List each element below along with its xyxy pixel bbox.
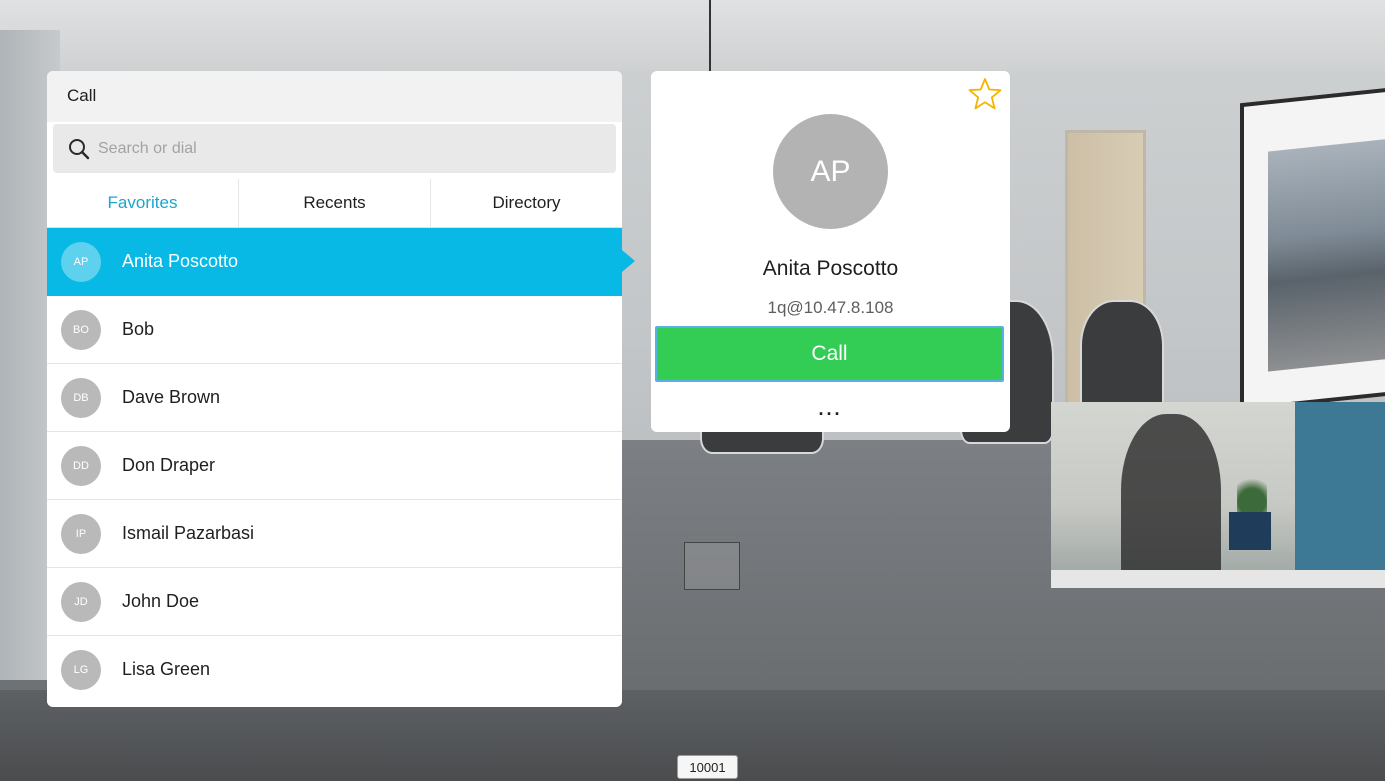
contact-row[interactable]: JD John Doe — [47, 568, 622, 636]
contact-row[interactable]: LG Lisa Green — [47, 636, 622, 703]
contact-card: AP Anita Poscotto 1q@10.47.8.108 Call ..… — [651, 71, 1010, 432]
tab-recents[interactable]: Recents — [238, 179, 430, 227]
contact-row[interactable]: DD Don Draper — [47, 432, 622, 500]
contact-avatar: IP — [61, 513, 101, 554]
self-view-pot — [1229, 512, 1271, 550]
contact-row[interactable]: IP Ismail Pazarbasi — [47, 500, 622, 568]
contact-card-avatar: AP — [773, 114, 888, 229]
contact-row[interactable]: BO Bob — [47, 296, 622, 364]
self-view[interactable] — [1051, 402, 1385, 588]
contact-card-name: Anita Poscotto — [762, 257, 899, 280]
search-input[interactable] — [96, 127, 600, 170]
contact-avatar: JD — [61, 581, 101, 622]
contact-name: Ismail Pazarbasi — [122, 523, 255, 543]
tab-directory[interactable]: Directory — [430, 179, 622, 227]
contact-name: Bob — [122, 319, 155, 339]
contact-avatar: AP — [61, 241, 101, 282]
call-panel-title: Call — [67, 86, 97, 105]
contact-row[interactable]: AP Anita Poscotto — [47, 228, 622, 296]
contact-list: AP Anita Poscotto BO Bob DB Dave Brown D… — [47, 228, 622, 703]
contact-name: Don Draper — [122, 455, 216, 475]
room-ceiling — [0, 0, 1385, 70]
contact-row[interactable]: DB Dave Brown — [47, 364, 622, 432]
call-tabs: Favorites Recents Directory — [47, 179, 622, 228]
table-stand — [684, 542, 740, 590]
more-options-button[interactable]: ... — [651, 391, 1010, 427]
contact-card-address: 1q@10.47.8.108 — [767, 298, 894, 317]
contact-avatar: BO — [61, 309, 101, 350]
system-number-badge: 10001 — [677, 755, 738, 779]
participant-silhouette — [1080, 300, 1164, 414]
contact-avatar: DD — [61, 445, 101, 486]
call-panel-header: Call — [47, 71, 622, 122]
contact-avatar: LG — [61, 649, 101, 690]
more-options-icon: ... — [818, 398, 843, 419]
self-view-desk — [1051, 570, 1385, 588]
self-view-wall-panel — [1295, 402, 1385, 588]
tab-favorites[interactable]: Favorites — [47, 179, 238, 227]
wall-picture — [1268, 138, 1385, 372]
search-icon — [68, 138, 90, 160]
call-panel: Call Favorites Recents Directory AP Anit… — [47, 71, 622, 707]
contact-avatar: DB — [61, 377, 101, 418]
star-outline-icon[interactable] — [968, 77, 1002, 111]
contact-name: Lisa Green — [122, 659, 211, 679]
contact-name: Dave Brown — [122, 387, 221, 407]
contact-name: Anita Poscotto — [122, 251, 239, 271]
selection-pointer — [622, 250, 635, 272]
contact-name: John Doe — [122, 591, 200, 611]
search-box[interactable] — [53, 124, 616, 173]
self-view-person — [1121, 414, 1221, 584]
call-button[interactable]: Call — [655, 326, 1004, 382]
